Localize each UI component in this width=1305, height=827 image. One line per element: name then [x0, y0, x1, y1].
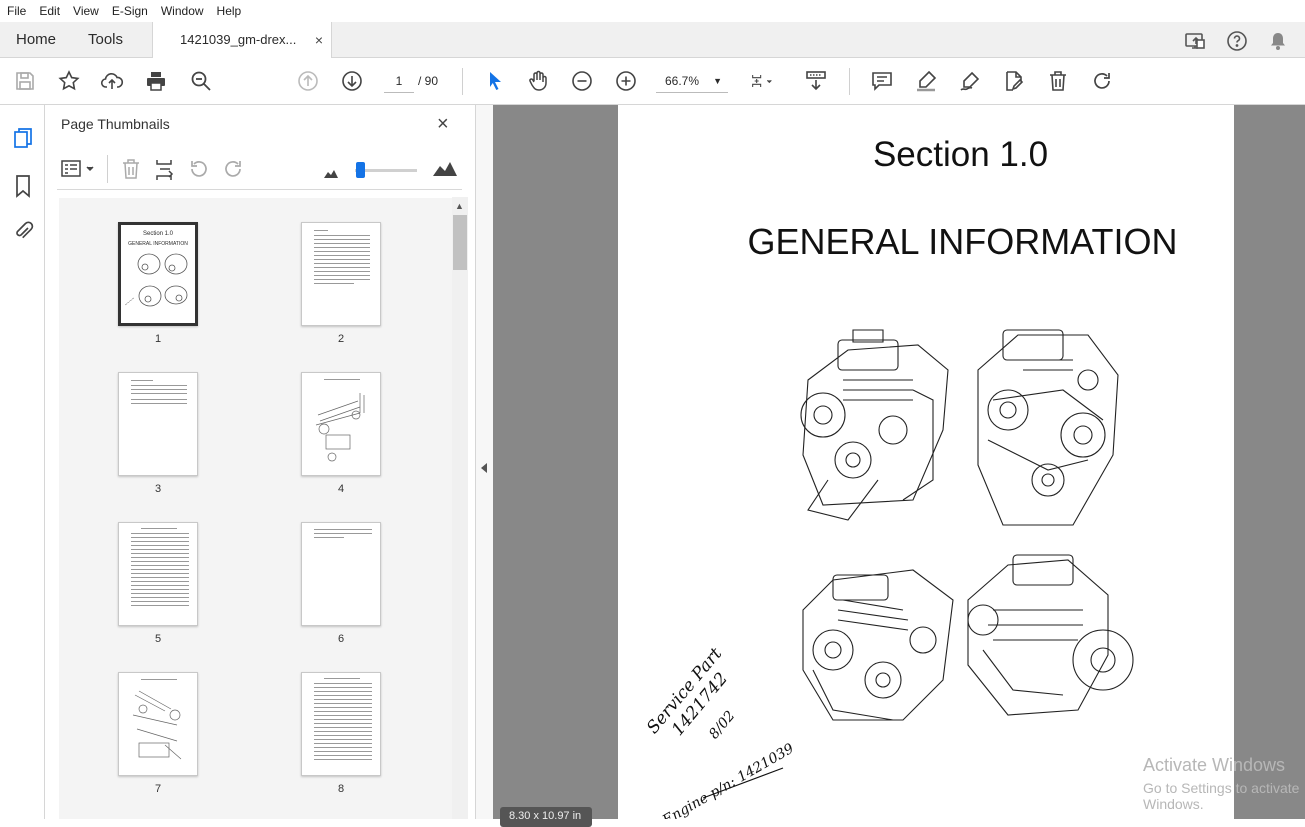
panel-splitter[interactable] [475, 105, 493, 819]
tab-tools[interactable]: Tools [88, 22, 123, 58]
close-tab-icon[interactable]: × [315, 22, 323, 58]
close-panel-icon[interactable]: × [437, 113, 449, 136]
thumbnail-page-1[interactable]: Section 1.0 GENERAL INFORMATION ~~~~ [118, 222, 198, 326]
thumbnail-options-menu-icon[interactable] [60, 158, 96, 180]
panel-title: Page Thumbnails [61, 116, 170, 132]
menu-help[interactable]: Help [217, 4, 242, 18]
delete-page-icon[interactable] [120, 158, 142, 180]
thumbnail-page-3[interactable] [118, 372, 198, 476]
pdf-page[interactable]: Section 1.0 GENERAL INFORMATION Service … [618, 105, 1234, 819]
thumbnail-title: Section 1.0 [142, 231, 174, 237]
toolbar-divider [849, 68, 850, 95]
rotate-counterclockwise-icon[interactable] [188, 158, 210, 180]
draw-signature-icon[interactable] [958, 69, 982, 93]
save-icon[interactable] [13, 69, 37, 93]
find-zoom-icon[interactable] [189, 69, 213, 93]
page-thumbnails-panel: Page Thumbnails × Section 1.0 GENERAL IN… [45, 105, 475, 819]
insert-page-icon[interactable] [154, 158, 176, 182]
page-thumbnails-icon[interactable] [12, 126, 34, 150]
thumbnail-label-6: 6 [337, 633, 345, 645]
share-screen-icon[interactable] [1184, 30, 1206, 52]
thumbnail-page-5[interactable] [118, 522, 198, 626]
tab-home[interactable]: Home [16, 22, 56, 58]
zoom-out-icon[interactable] [570, 69, 594, 93]
thumbnail-page-8[interactable] [301, 672, 381, 776]
scroll-mode-icon[interactable] [804, 69, 828, 93]
panel-divider [107, 155, 108, 183]
small-thumbnail-icon[interactable] [324, 165, 338, 178]
hand-tool-icon[interactable] [526, 69, 550, 93]
scrollbar-thumb[interactable] [453, 215, 467, 270]
rotate-clockwise-icon[interactable] [1090, 69, 1114, 93]
upload-cloud-icon[interactable] [100, 69, 124, 93]
notifications-bell-icon[interactable] [1267, 30, 1289, 52]
thumbnail-label-3: 3 [154, 483, 162, 495]
delete-trash-icon[interactable] [1046, 69, 1070, 93]
document-heading: GENERAL INFORMATION [747, 221, 1178, 262]
thumbnail-label-8: 8 [337, 783, 345, 795]
thumbnail-page-7[interactable] [118, 672, 198, 776]
panel-toolbar [57, 150, 462, 190]
menu-window[interactable]: Window [161, 4, 204, 18]
thumbnail-page-4[interactable] [301, 372, 381, 476]
exploded-diagram-thumbnail [132, 690, 182, 760]
menu-bar: File Edit View E-Sign Window Help [0, 0, 1305, 22]
scroll-up-icon[interactable]: ▲ [455, 201, 464, 211]
zoom-level-select[interactable]: 66.7% ▼ [656, 69, 728, 93]
thumbnail-scrollbar[interactable]: ▲ [452, 197, 468, 819]
menu-view[interactable]: View [73, 4, 99, 18]
comment-icon[interactable] [870, 69, 894, 93]
chevron-down-icon: ▼ [713, 76, 722, 86]
menu-edit[interactable]: Edit [39, 4, 60, 18]
handwritten-date: 8/02 [706, 707, 739, 743]
engine-illustration [800, 329, 1134, 721]
next-page-icon[interactable] [340, 69, 364, 93]
thumbnail-list: Section 1.0 GENERAL INFORMATION ~~~~ 1 2… [59, 198, 454, 819]
toolbar-divider [462, 68, 463, 95]
thumbnail-page-6[interactable] [301, 522, 381, 626]
previous-page-icon[interactable] [296, 69, 320, 93]
collapse-panel-icon[interactable] [481, 463, 487, 473]
edit-document-icon[interactable] [1002, 69, 1026, 93]
thumbnail-label-5: 5 [154, 633, 162, 645]
bookmark-star-icon[interactable] [57, 69, 81, 93]
tab-document[interactable]: 1421039_gm-drex... × [152, 22, 332, 59]
activate-windows-subtext: Go to Settings to activate Windows. [1143, 780, 1300, 812]
bookmarks-icon[interactable] [13, 174, 33, 198]
menu-file[interactable]: File [7, 4, 26, 18]
thumbnail-subtitle: GENERAL INFORMATION [128, 241, 188, 247]
page-total: / 90 [418, 74, 439, 88]
exploded-diagram-thumbnail [315, 393, 365, 462]
thumbnail-label-2: 2 [337, 333, 345, 345]
page-number-input[interactable]: 1 [384, 69, 414, 93]
highlight-pen-icon[interactable] [914, 69, 938, 93]
toolbar: 1 / 90 66.7% ▼ [0, 58, 1305, 105]
tab-document-label: 1421039_gm-drex... [180, 32, 297, 47]
zoom-level-value: 66.7% [665, 74, 700, 88]
zoom-in-icon[interactable] [614, 69, 638, 93]
rotate-clockwise-page-icon[interactable] [222, 158, 244, 180]
handwriting-underline [702, 767, 784, 799]
slider-handle[interactable] [356, 162, 365, 178]
attachments-paperclip-icon[interactable] [12, 219, 34, 243]
tab-bar: Home Tools 1421039_gm-drex... × [0, 22, 1305, 59]
section-title: Section 1.0 [872, 135, 1049, 174]
thumbnail-page-2[interactable] [301, 222, 381, 326]
thumbnail-label-4: 4 [337, 483, 345, 495]
activate-windows-watermark: Activate Windows [1143, 755, 1286, 775]
help-icon[interactable] [1226, 30, 1248, 52]
select-cursor-icon[interactable] [483, 69, 507, 93]
print-icon[interactable] [144, 69, 168, 93]
engine-thumbnail-image [137, 253, 188, 307]
thumbnail-label-7: 7 [154, 783, 162, 795]
large-thumbnail-icon[interactable] [433, 160, 457, 176]
thumbnail-label-1: 1 [154, 333, 162, 345]
navigation-rail [0, 105, 45, 819]
menu-esign[interactable]: E-Sign [112, 4, 148, 18]
page-size-badge: 8.30 x 10.97 in [500, 807, 592, 827]
page-fit-icon[interactable] [750, 69, 786, 93]
document-viewport[interactable]: Section 1.0 GENERAL INFORMATION Service … [493, 105, 1305, 819]
